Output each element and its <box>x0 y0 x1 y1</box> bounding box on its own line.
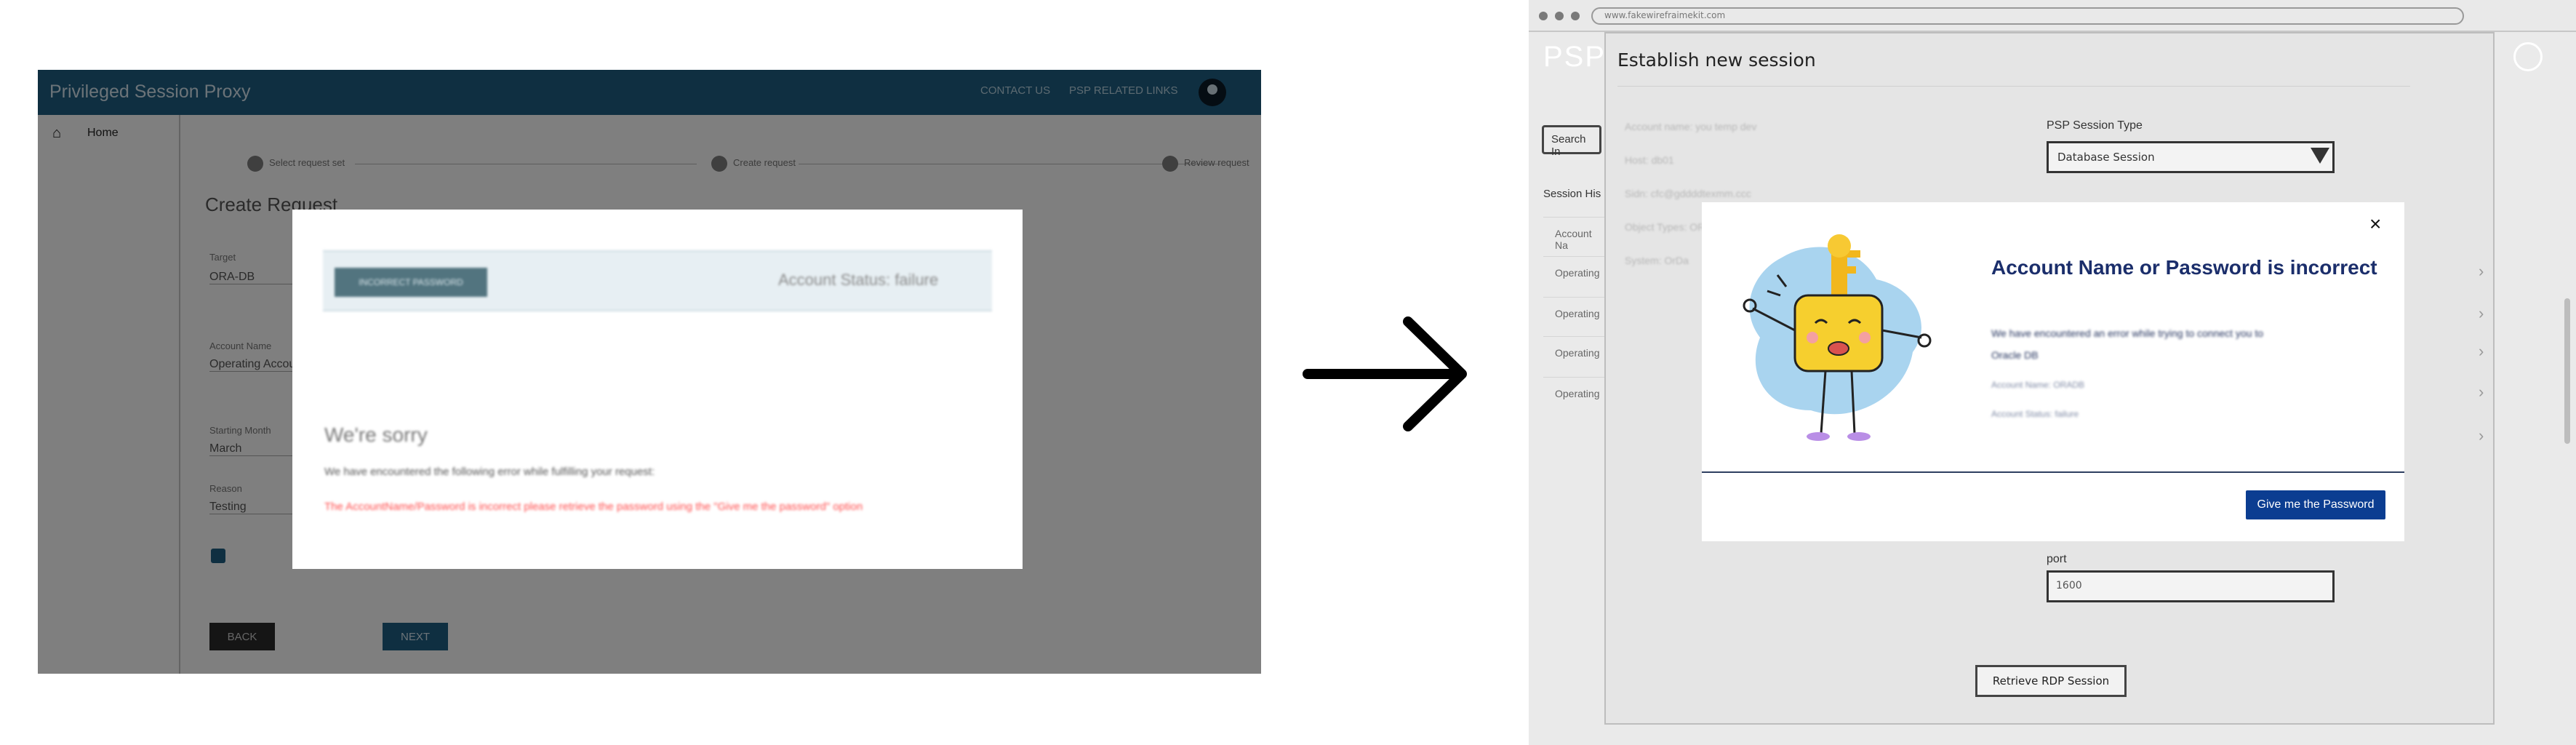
browser-bar: www.fakewirefraimekit.com <box>1529 0 2576 32</box>
popup-title: Account Name or Password is incorrect <box>1991 256 2377 279</box>
chevron-right-icon[interactable]: › <box>2479 342 2484 361</box>
list-item[interactable]: Operating <box>1543 256 1606 291</box>
incorrect-password-popup: × Account Name or Password is incorrect … <box>1702 202 2404 541</box>
select-value: Database Session <box>2057 151 2155 164</box>
panel-title: Establish new session <box>1617 49 1816 71</box>
modal-title: We're sorry <box>324 423 428 446</box>
close-icon[interactable]: × <box>2369 212 2381 236</box>
account-status: Account Status: failure <box>778 271 939 289</box>
psp-before-screen: Privileged Session Proxy CONTACT US PSP … <box>38 70 1261 674</box>
popup-message-line: We have encountered an error while tryin… <box>1991 327 2264 339</box>
session-history-title: Session His <box>1543 188 1601 200</box>
search-button[interactable]: Search In <box>1542 125 1601 158</box>
list-item[interactable]: Account Na <box>1543 217 1606 252</box>
session-info-line: Object Types: OR <box>1625 221 1705 233</box>
port-input[interactable]: 1600 <box>2047 570 2335 602</box>
session-info-line: Sidn: cfc@gddddtexmm.ccc <box>1625 188 1751 199</box>
chevron-right-icon[interactable]: › <box>2479 262 2484 281</box>
psp-session-type-select[interactable]: Database Session <box>2047 141 2335 173</box>
popup-message-line: Account Name: ORADB <box>1991 380 2085 390</box>
list-item[interactable]: Operating <box>1543 297 1606 332</box>
transition-arrow-icon <box>1303 316 1467 431</box>
status-badge: INCORRECT PASSWORD <box>335 268 487 297</box>
sad-key-illustration-icon <box>1743 234 1932 441</box>
port-label: port <box>2047 553 2067 565</box>
modal-header: INCORRECT PASSWORD Account Status: failu… <box>323 250 992 311</box>
chevron-right-icon[interactable]: › <box>2479 426 2484 445</box>
window-dot-icon[interactable] <box>1571 12 1580 20</box>
modal-message: We have encountered the following error … <box>324 466 655 478</box>
popup-message-line: Oracle DB <box>1991 349 2039 361</box>
modal-error-message: The AccountName/Password is incorrect pl… <box>324 501 863 513</box>
chevron-right-icon[interactable]: › <box>2479 383 2484 402</box>
psp-session-type-label: PSP Session Type <box>2047 119 2143 132</box>
user-icon[interactable] <box>2513 42 2543 71</box>
error-modal: INCORRECT PASSWORD Account Status: failu… <box>292 210 1023 569</box>
popup-message-line: Account Status: failure <box>1991 409 2079 419</box>
session-info-line: Account name: you temp dev <box>1625 121 1757 132</box>
list-item[interactable]: Operating <box>1543 377 1606 412</box>
list-item[interactable]: Operating <box>1543 336 1606 371</box>
divider <box>1702 471 2404 473</box>
chevron-right-icon[interactable]: › <box>2479 304 2484 323</box>
scrollbar[interactable] <box>2564 298 2570 444</box>
window-dot-icon[interactable] <box>1555 12 1564 20</box>
logo: PSP <box>1543 41 1607 73</box>
address-bar[interactable]: www.fakewirefraimekit.com <box>1591 7 2464 25</box>
retrieve-rdp-session-button[interactable]: Retrieve RDP Session <box>1975 665 2127 697</box>
session-info-line: System: OrDa <box>1625 255 1689 266</box>
give-me-the-password-button[interactable]: Give me the Password <box>2246 490 2385 519</box>
window-dot-icon[interactable] <box>1539 12 1548 20</box>
psp-after-wireframe: www.fakewirefraimekit.com PSP Search In … <box>1529 0 2576 745</box>
session-info-line: Host: db01 <box>1625 154 1674 166</box>
divider <box>1617 86 2410 87</box>
caret-down-icon <box>2311 148 2329 164</box>
